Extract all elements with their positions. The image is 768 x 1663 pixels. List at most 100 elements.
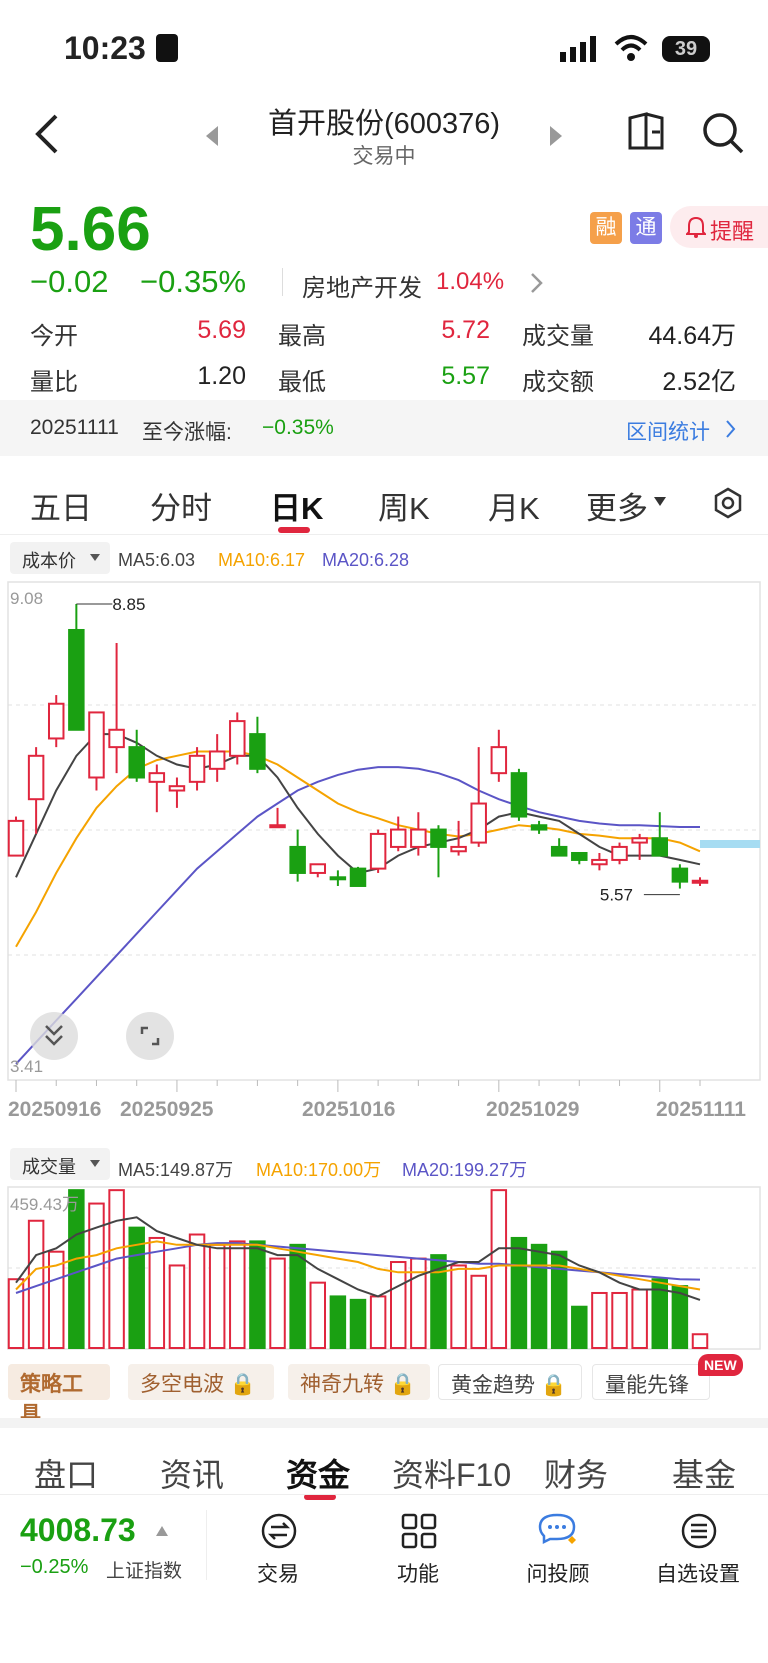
nav-advisor-label[interactable]: 问投顾 [498,1558,618,1588]
volume-bar [349,1298,367,1350]
price-change-pct: −0.35% [140,264,247,299]
tool-label: 多空电波 [140,1373,224,1396]
tab-daily-k[interactable]: 日K [270,483,323,528]
tab-news[interactable]: 资讯 [160,1450,224,1496]
candle [369,832,387,870]
volume-bar [450,1264,467,1349]
split-view-icon[interactable] [626,112,668,152]
candle [490,746,508,775]
tab-financials[interactable]: 财务 [544,1450,608,1496]
ma20-label: MA20:6.28 [322,550,410,570]
volume-bar [249,1240,266,1349]
contact-icon [156,34,178,62]
range-label: 至今涨幅: [142,421,232,444]
index-widget[interactable]: 4008.73 −0.25% 上证指数 [0,1494,210,1594]
content-tabs: 盘口 资讯 资金 资料F10 财务 基金 [0,1418,768,1500]
stat-label: 量比 [30,369,78,396]
tool-bull-bear-wave[interactable]: 多空电波 🔒 [128,1364,274,1400]
volume-bar [470,1274,487,1349]
tab-funds[interactable]: 资金 [286,1450,350,1496]
volume-bar [309,1281,327,1349]
fullscreen-button[interactable] [126,1012,174,1060]
volume-bar [571,1305,588,1349]
collapse-button[interactable] [30,1012,78,1060]
volume-chart[interactable]: 459.43万 [0,1186,768,1352]
alert-label: 提醒 [710,219,755,244]
volume-bar [188,1233,206,1350]
volume-dropdown[interactable]: 成交量 [10,1148,110,1180]
tab-five-day[interactable]: 五日 [30,483,92,528]
tab-intraday[interactable]: 分时 [150,483,212,528]
x-tick-label: 20250925 [120,1098,214,1121]
chart-tabs: 五日 分时 日K 周K 月K 更多 [0,465,768,535]
range-stats-link[interactable]: 区间统计 [626,416,710,446]
cost-price-dropdown[interactable]: 成本价 [10,542,110,574]
tab-fund[interactable]: 基金 [672,1450,736,1496]
x-axis: 20250916 20250925 20251016 20251029 2025… [0,1080,768,1136]
stat-value: 5.69 [197,316,246,344]
next-stock-icon[interactable] [548,126,564,146]
candle [289,845,306,874]
volume-label: 成交量 [22,1157,76,1177]
stat-label: 成交量 [522,323,594,350]
tab-order-book[interactable]: 盘口 [34,1450,98,1496]
tool-magic-nine[interactable]: 神奇九转 🔒 [288,1364,430,1400]
candle [7,819,25,857]
vol-ma5-label: MA5:149.87万 [118,1160,234,1180]
candle [269,824,286,829]
alert-button[interactable]: 提醒 [670,206,768,248]
margin-badge[interactable]: 融 [590,212,622,244]
x-tick-label: 20250916 [8,1098,102,1121]
tab-profile-f10[interactable]: 资料F10 [392,1450,511,1496]
x-tick-label: 20251111 [656,1098,746,1121]
nav-functions-label[interactable]: 功能 [358,1558,478,1588]
tool-gold-trend[interactable]: 黄金趋势 🔒 [438,1364,582,1400]
volume-bar [490,1189,508,1350]
volume-bar [369,1295,387,1349]
wifi-icon [614,35,648,61]
nav-watchlist-settings-label[interactable]: 自选设置 [638,1558,758,1588]
settings-icon[interactable] [712,487,744,519]
index-change: −0.25% [20,1556,89,1578]
candle [128,746,145,779]
tool-volume-pioneer[interactable]: 量能先锋 [592,1364,710,1400]
nav-trade-label[interactable]: 交易 [218,1558,338,1588]
volume-bar [329,1295,347,1349]
new-badge: NEW [698,1354,743,1376]
divider [206,1510,207,1580]
volume-bar [148,1236,166,1349]
connect-badge[interactable]: 通 [630,212,662,244]
search-icon[interactable] [702,112,744,154]
x-axis-ticks [15,1080,701,1092]
ma10-label: MA10:6.17 [218,550,306,570]
high-label: 8.85 [112,595,145,614]
candlestick-chart[interactable]: 8.85 5.57 9.08 3.41 [0,580,768,1120]
volume-bar [7,1278,25,1349]
sector-name[interactable]: 房地产开发 [302,268,422,303]
list-settings-icon [681,1513,717,1549]
chart-frame [7,581,761,1081]
chevron-right-icon[interactable] [530,272,544,294]
candle [591,858,608,866]
ma5-label: MA5:6.03 [118,550,196,570]
sector-pct[interactable]: 1.04% [436,268,504,296]
caret-down-icon [90,554,100,561]
tab-weekly-k[interactable]: 周K [378,483,430,528]
chevron-right-icon[interactable] [726,420,736,438]
battery-level: 39 [674,38,698,60]
candle [450,845,467,853]
candle [27,754,45,801]
volume-bar [611,1291,628,1349]
stat-label: 今开 [30,323,78,350]
volume-max-label: 459.43万 [10,1195,79,1214]
x-tick-label: 20251016 [302,1098,396,1121]
cost-price-label: 成本价 [22,551,76,571]
candle [47,702,65,740]
x-tick-label: 20251029 [486,1098,580,1121]
tab-more[interactable]: 更多 [586,483,648,528]
lock-icon: 🔒 [540,1374,567,1397]
caret-down-icon[interactable] [654,497,666,507]
tool-label: 神奇九转 [300,1373,384,1396]
status-bar: 10:23 39 [0,0,768,90]
tab-monthly-k[interactable]: 月K [488,483,540,528]
